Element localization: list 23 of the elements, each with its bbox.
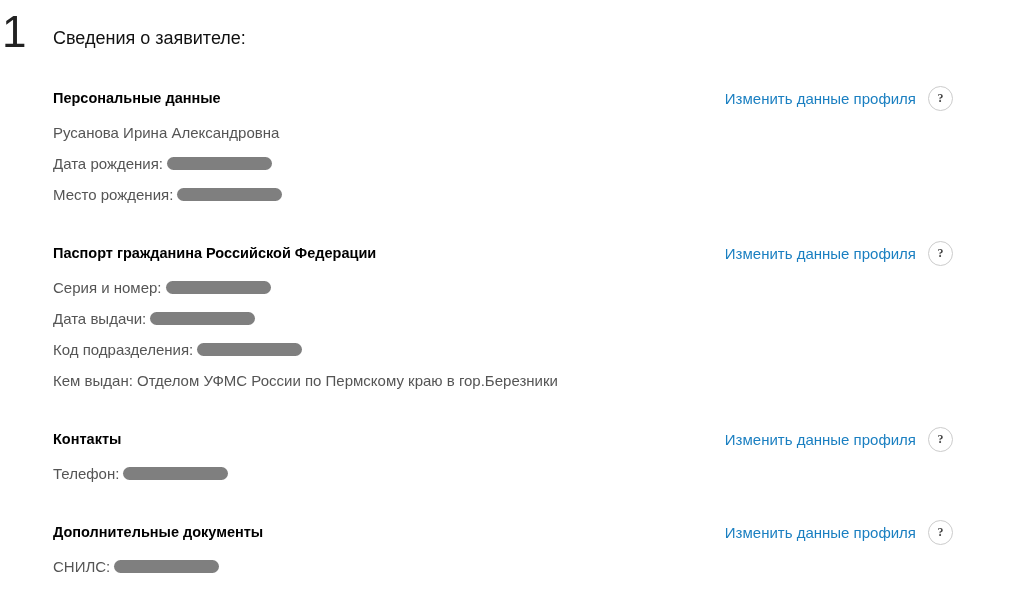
edit-profile-link[interactable]: Изменить данные профиля xyxy=(724,89,916,107)
info-text: Код подразделения: xyxy=(53,341,194,358)
edit-profile-link[interactable]: Изменить данные профиля xyxy=(724,244,916,262)
help-button[interactable]: ? xyxy=(928,519,953,545)
help-button[interactable]: ? xyxy=(928,85,953,111)
subsection-heading: Паспорт гражданина Российской Федерации xyxy=(53,245,377,261)
info-text: СНИЛС: xyxy=(53,558,111,575)
info-text: Серия и номер: xyxy=(53,279,162,296)
step-number: 1 xyxy=(1,6,28,58)
info-text: Дата выдачи: xyxy=(53,310,147,327)
info-text: Дата рождения: xyxy=(53,155,163,172)
edit-profile-link[interactable]: Изменить данные профиля xyxy=(724,523,916,541)
info-text: Телефон: xyxy=(53,465,120,482)
info-text: Кем выдан: Отделом УФМС России по Пермскому краю в гор.Березники xyxy=(53,372,558,389)
help-button[interactable]: ? xyxy=(928,426,953,452)
subsection-heading: Контакты xyxy=(53,431,122,447)
info-text: Место рождения: xyxy=(53,186,174,203)
help-button[interactable]: ? xyxy=(928,240,953,266)
subsection-heading: Персональные данные xyxy=(53,90,221,106)
info-text: Русанова Ирина Александровна xyxy=(53,124,280,141)
subsection-heading: Дополнительные документы xyxy=(53,524,264,540)
section-title: Сведения о заявителе: xyxy=(53,28,247,49)
edit-profile-link[interactable]: Изменить данные профиля xyxy=(724,430,916,448)
